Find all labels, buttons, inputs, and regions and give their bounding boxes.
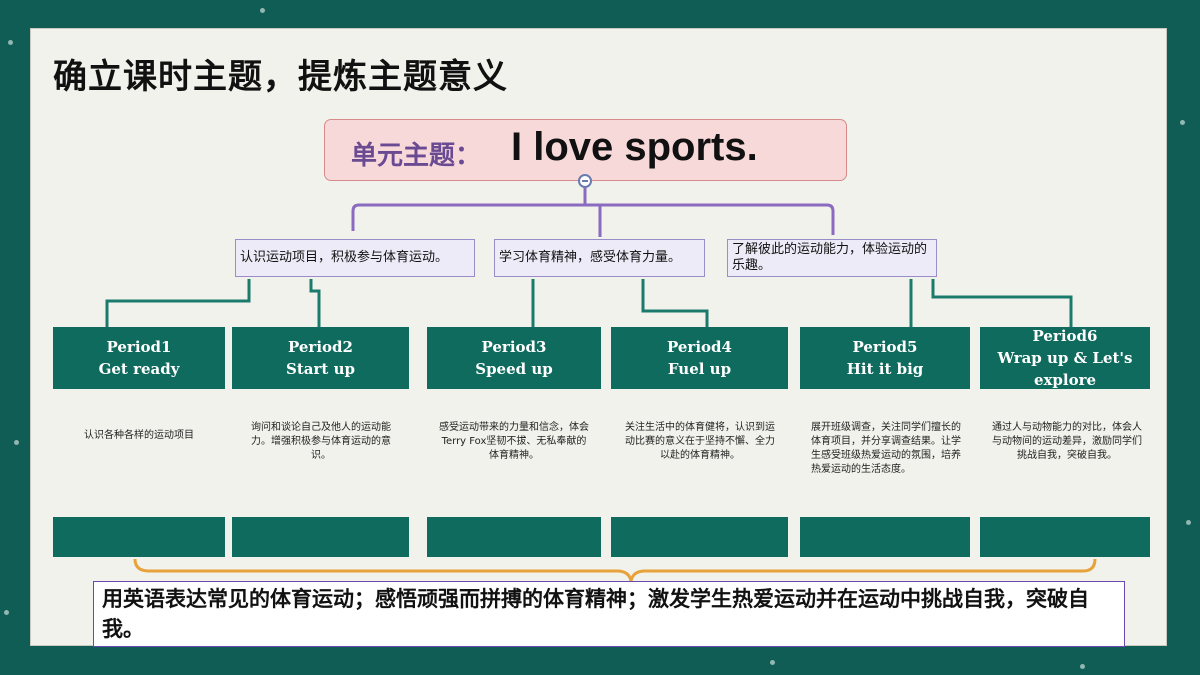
period-6-desc: 通过人与动物能力的对比，体会人与动物间的运动差异，激励同学们挑战自我，突破自我。 <box>992 422 1142 461</box>
period-5-number: Period5 <box>852 338 918 356</box>
unit-theme-label: 单元主题： <box>351 141 482 171</box>
period-5-footer <box>800 517 970 557</box>
goal-3: 了解彼此的运动能力，体验运动的乐趣。 <box>727 239 937 277</box>
period-3-desc: 感受运动带来的力量和信念，体会Terry Fox坚韧不拔、无私奉献的体育精神。 <box>439 422 589 461</box>
period-4-desc: 关注生活中的体育健将，认识到运动比赛的意义在于坚持不懈、全力以赴的体育精神。 <box>625 422 775 461</box>
period-5-name: Hit it big <box>846 360 924 378</box>
period-5-header: Period5 Hit it big <box>800 327 970 389</box>
goal-1: 认识运动项目，积极参与体育运动。 <box>235 239 475 277</box>
period-2-desc: 询问和谈论自己及他人的运动能力。增强积极参与体育运动的意识。 <box>251 422 391 461</box>
period-3-header: Period3 Speed up <box>427 327 601 389</box>
period-4-header: Period4 Fuel up <box>611 327 788 389</box>
goal-2: 学习体育精神，感受体育力量。 <box>494 239 705 277</box>
period-2-name: Start up <box>286 360 355 378</box>
period-1-header: Period1 Get ready <box>53 327 225 389</box>
period-1-number: Period1 <box>106 338 172 356</box>
period-2-number: Period2 <box>288 338 353 356</box>
period-6-footer <box>980 517 1150 557</box>
collapse-icon[interactable] <box>578 174 592 188</box>
period-4-name: Fuel up <box>667 360 732 378</box>
period-1-footer <box>53 517 225 557</box>
period-6-header: Period6 Wrap up & Let's explore <box>980 327 1150 389</box>
period-3-name: Speed up <box>475 360 553 378</box>
slide-title: 确立课时主题，提炼主题意义 <box>53 57 508 97</box>
period-6-name: Wrap up & Let's explore <box>997 349 1133 389</box>
slide-panel: 确立课时主题，提炼主题意义 单元主题： I love sports. 认识运动项… <box>30 28 1167 647</box>
period-1-desc: 认识各种各样的运动项目 <box>84 430 194 441</box>
unit-theme-value: I love sports. <box>511 125 758 169</box>
unit-theme-box: 单元主题： I love sports. <box>324 119 847 181</box>
period-3-number: Period3 <box>481 338 547 356</box>
period-2-footer <box>232 517 409 557</box>
summary-box: 用英语表达常见的体育运动；感悟顽强而拼搏的体育精神；激发学生热爱运动并在运动中挑… <box>93 581 1125 647</box>
period-4-footer <box>611 517 788 557</box>
period-6-number: Period6 <box>1032 327 1098 345</box>
period-5-desc: 展开班级调查，关注同学们擅长的体育项目，并分享调查结果。让学生感受班级热爱运动的… <box>811 422 961 475</box>
period-3-footer <box>427 517 601 557</box>
period-2-header: Period2 Start up <box>232 327 409 389</box>
period-4-number: Period4 <box>667 338 732 356</box>
period-1-name: Get ready <box>98 360 180 378</box>
